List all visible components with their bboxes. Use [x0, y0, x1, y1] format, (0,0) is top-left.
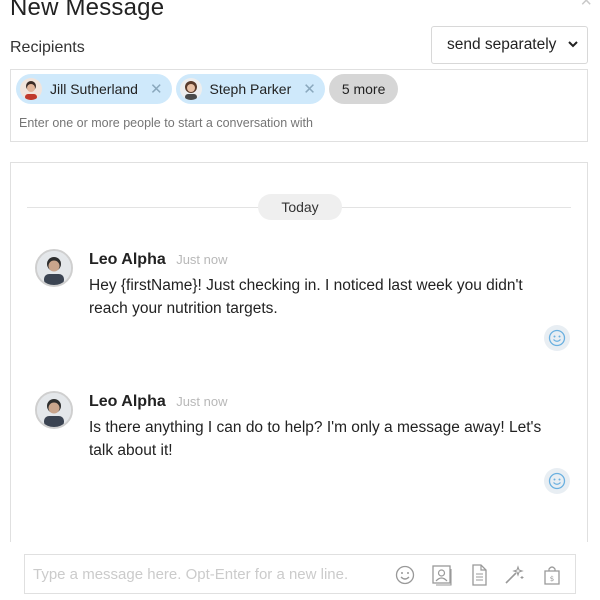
add-reaction-button[interactable] — [544, 325, 570, 351]
date-label: Today — [258, 194, 342, 220]
avatar — [35, 391, 73, 429]
attach-document-button[interactable] — [468, 564, 490, 586]
more-recipients-chip[interactable]: 5 more — [328, 74, 399, 104]
contact-card-icon — [432, 565, 452, 586]
send-mode-value: send separately — [447, 36, 557, 53]
message-header: Leo Alpha Just now — [89, 393, 228, 411]
document-icon — [472, 564, 487, 586]
sender-name: Leo Alpha — [89, 251, 166, 268]
emoji-button[interactable] — [394, 564, 416, 586]
avatar — [179, 78, 202, 100]
recipient-name: Steph Parker — [209, 81, 292, 97]
message-header: Leo Alpha Just now — [89, 251, 228, 269]
smiley-icon — [548, 329, 566, 347]
page-title: New Message — [10, 0, 165, 21]
recipient-search-input[interactable] — [19, 116, 559, 130]
timestamp: Just now — [176, 394, 228, 409]
recipient-chips: Jill Sutherland ✕ Steph Parker ✕ 5 more — [16, 74, 399, 104]
recipient-name: Jill Sutherland — [50, 81, 138, 97]
magic-wand-button[interactable] — [503, 564, 525, 586]
add-reaction-button[interactable] — [544, 468, 570, 494]
close-icon[interactable]: × — [580, 0, 592, 13]
message-input[interactable] — [33, 566, 393, 583]
avatar — [20, 78, 42, 100]
shopping-bag-button[interactable]: $ — [541, 564, 563, 586]
recipients-field[interactable]: Jill Sutherland ✕ Steph Parker ✕ 5 more — [10, 69, 588, 142]
timestamp: Just now — [176, 252, 228, 267]
contact-card-button[interactable] — [431, 564, 453, 586]
recipient-chip[interactable]: Jill Sutherland ✕ — [16, 74, 172, 104]
close-icon[interactable]: ✕ — [303, 82, 316, 97]
send-mode-select[interactable]: send separately — [431, 26, 588, 64]
message-text: Hey {firstName}! Just checking in. I not… — [89, 277, 523, 317]
avatar — [35, 249, 73, 287]
svg-text:$: $ — [550, 575, 554, 583]
compose-bar: $ — [24, 554, 576, 594]
shopping-bag-icon: $ — [544, 566, 560, 585]
message-text: Is there anything I can do to help? I'm … — [89, 419, 542, 459]
magic-wand-icon — [505, 565, 524, 584]
recipient-chip[interactable]: Steph Parker ✕ — [175, 74, 325, 104]
recipients-label: Recipients — [10, 39, 85, 56]
close-icon[interactable]: ✕ — [150, 82, 163, 97]
message-thread[interactable]: Today Leo Alpha Just now Hey {firstName}… — [10, 162, 588, 542]
smiley-icon — [548, 472, 566, 490]
chevron-down-icon — [568, 41, 578, 48]
smiley-icon — [395, 565, 415, 585]
sender-name: Leo Alpha — [89, 393, 166, 410]
